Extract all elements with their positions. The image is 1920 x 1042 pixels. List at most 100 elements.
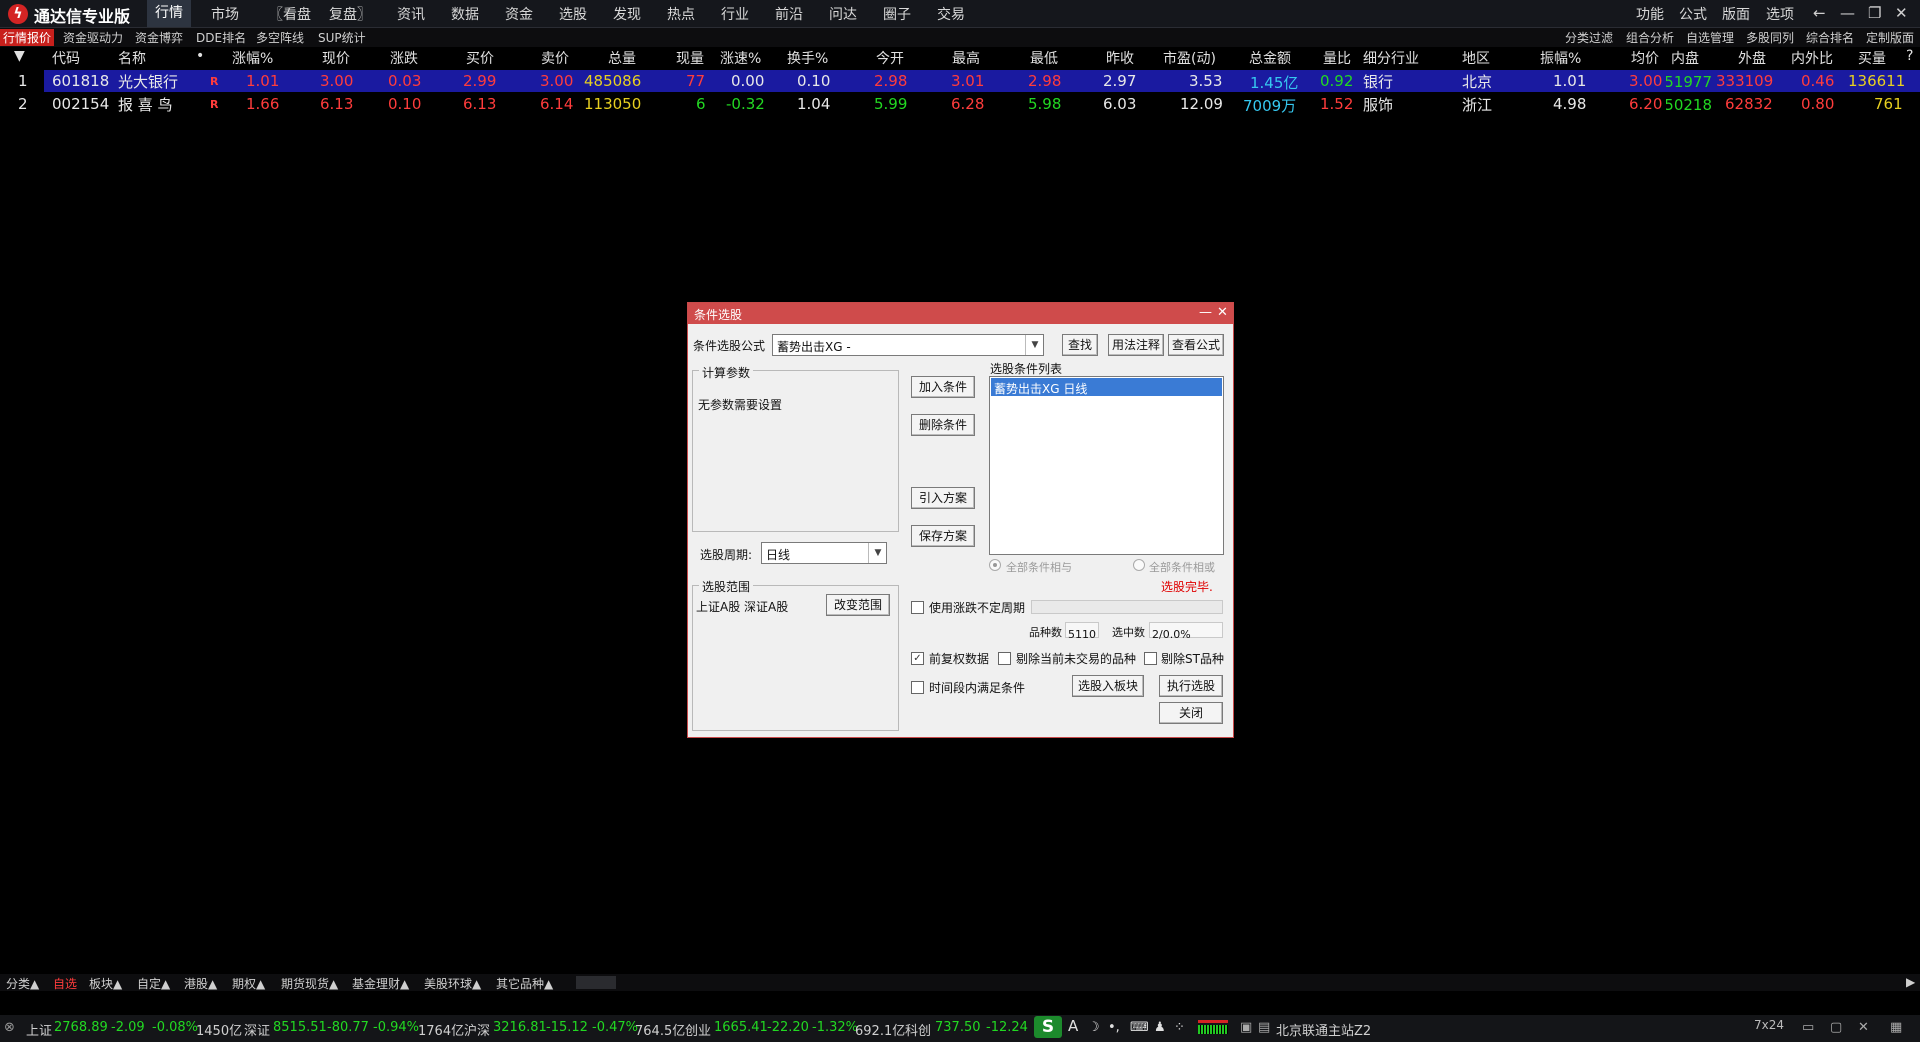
find-button[interactable]: 查找 [1062,334,1098,356]
menu-quanzi[interactable]: 圈子 [883,4,911,24]
menu-redian[interactable]: 热点 [667,4,695,24]
tab-other[interactable]: 其它品种▲ [496,975,553,992]
subtab-watchlist[interactable]: 自选管理 [1686,29,1734,46]
menu-jiaoyi[interactable]: 交易 [937,4,965,24]
delete-condition-button[interactable]: 删除条件 [911,414,975,436]
col-ratio[interactable]: 内外比 [1791,48,1833,68]
adjust-checkbox[interactable]: ✓ [911,652,924,665]
menu-zixun[interactable]: 资讯 [397,4,425,24]
index-sz-name[interactable]: 深证 [244,1020,270,1039]
col-cur[interactable]: 现量 [676,48,704,68]
col-ask[interactable]: 卖价 [541,48,569,68]
row-name[interactable]: 光大银行 [118,71,178,92]
col-high[interactable]: 最高 [952,48,980,68]
chevron-down-icon[interactable]: ▼ [868,543,887,563]
col-industry[interactable]: 细分行业 [1363,48,1419,68]
menu-shuju[interactable]: 数据 [451,4,479,24]
tab-block[interactable]: 板块▲ [89,975,122,992]
radio-or[interactable] [1133,559,1145,571]
menu-xuanxiang[interactable]: 选项 [1766,4,1794,24]
subtab-dde[interactable]: DDE排名 [196,29,246,46]
col-name[interactable]: 名称 [118,48,146,68]
menu-faxian[interactable]: 发现 [613,4,641,24]
notrade-checkbox[interactable] [998,652,1011,665]
menu-qianyan[interactable]: 前沿 [775,4,803,24]
index-cy-name[interactable]: 创业 [685,1020,711,1039]
menu-shichang[interactable]: 市场 [211,4,239,24]
col-pct[interactable]: 涨幅% [232,48,273,68]
menu-hangqing[interactable]: 行情 [147,0,191,27]
col-chg[interactable]: 涨跌 [390,48,418,68]
dialog-close-button[interactable]: 关闭 [1159,702,1223,724]
col-region[interactable]: 地区 [1462,48,1490,68]
sogou-input-icon[interactable]: S [1034,1016,1062,1038]
chevron-down-icon[interactable]: ▼ [1025,335,1044,355]
tab-category[interactable]: 分类▲ [6,975,39,992]
radio-and[interactable] [989,559,1001,571]
col-prev[interactable]: 昨收 [1106,48,1134,68]
save-plan-button[interactable]: 保存方案 [911,525,975,547]
col-pe[interactable]: 市盈(动) [1163,48,1216,68]
scroll-right-icon[interactable]: ▶ [1906,975,1915,989]
col-inner[interactable]: 内盘 [1671,48,1699,68]
col-amp[interactable]: 振幅% [1540,48,1581,68]
usage-button[interactable]: 用法注释 [1108,334,1164,356]
menu-xuangu[interactable]: 选股 [559,4,587,24]
row-code[interactable]: 002154 [52,95,109,113]
index-hs-name[interactable]: 沪深 [464,1020,490,1039]
tab-options[interactable]: 期权▲ [232,975,265,992]
col-avg[interactable]: 均价 [1631,48,1659,68]
col-bid[interactable]: 买价 [466,48,494,68]
col-open[interactable]: 今开 [876,48,904,68]
restore-icon[interactable]: ❐ [1868,4,1881,22]
run-select-button[interactable]: 执行选股 [1159,675,1223,697]
grid-icon[interactable]: ⁘ [1174,1020,1185,1035]
import-plan-button[interactable]: 引入方案 [911,487,975,509]
help-icon[interactable]: ? [1906,48,1913,64]
row-code[interactable]: 601818 [52,72,109,90]
subtab-custom[interactable]: 定制版面 [1866,29,1914,46]
settings-circle-icon[interactable]: ⊗ [4,1020,15,1035]
col-code[interactable]: 代码 [52,48,80,68]
horizontal-scrollbar[interactable] [576,976,616,989]
mute-icon[interactable]: ✕ [1858,1020,1869,1035]
subtab-fund-game[interactable]: 资金博弈 [135,29,183,46]
condition-list[interactable]: 蓄势出击XG 日线 [989,376,1224,555]
menu-banmian[interactable]: 版面 [1722,4,1750,24]
moon-icon[interactable]: ☽ [1088,1020,1100,1035]
st-checkbox[interactable] [1144,652,1157,665]
back-arrow-icon[interactable]: ← [1813,4,1826,22]
col-outer[interactable]: 外盘 [1738,48,1766,68]
server-icon[interactable]: ▣ [1240,1020,1252,1035]
col-turn[interactable]: 换手% [787,48,828,68]
index-sh-name[interactable]: 上证 [26,1020,52,1039]
subtab-filter[interactable]: 分类过滤 [1565,29,1613,46]
period-select[interactable]: 日线 ▼ [761,542,887,564]
ime-letter-icon[interactable]: A [1068,1017,1078,1035]
subtab-quote[interactable]: 行情报价 [0,29,55,46]
lock-icon[interactable]: ▤ [1258,1020,1270,1035]
subtab-fund-drive[interactable]: 资金驱动力 [63,29,123,46]
header-dropdown-icon[interactable]: ▼ [14,48,25,64]
dialog-minimize-icon[interactable]: — [1199,305,1212,320]
tab-funds[interactable]: 基金理财▲ [352,975,409,992]
add-condition-button[interactable]: 加入条件 [911,376,975,398]
subtab-longshort[interactable]: 多空阵线 [256,29,304,46]
dialog-titlebar[interactable] [688,303,1233,324]
menu-zijin[interactable]: 资金 [505,4,533,24]
punctuation-icon[interactable]: •, [1108,1020,1120,1035]
view-formula-button[interactable]: 查看公式 [1168,334,1224,356]
menu-fupan[interactable]: 复盘〗 [329,4,371,24]
row-name[interactable]: 报 喜 鸟 [118,94,173,115]
tab-hk[interactable]: 港股▲ [184,975,217,992]
tab-futures[interactable]: 期货现货▲ [281,975,338,992]
tab-custom[interactable]: 自定▲ [137,975,170,992]
index-kc-name[interactable]: 科创 [905,1020,931,1039]
menu-gongshi[interactable]: 公式 [1679,4,1707,24]
to-block-button[interactable]: 选股入板块 [1072,675,1144,697]
menu-kanpan[interactable]: 〖看盘 [269,4,311,24]
col-bidvol[interactable]: 买量 [1858,48,1886,68]
col-vol[interactable]: 总量 [608,48,636,68]
subtab-combo[interactable]: 组合分析 [1626,29,1674,46]
news-icon[interactable]: ▭ [1802,1020,1814,1035]
